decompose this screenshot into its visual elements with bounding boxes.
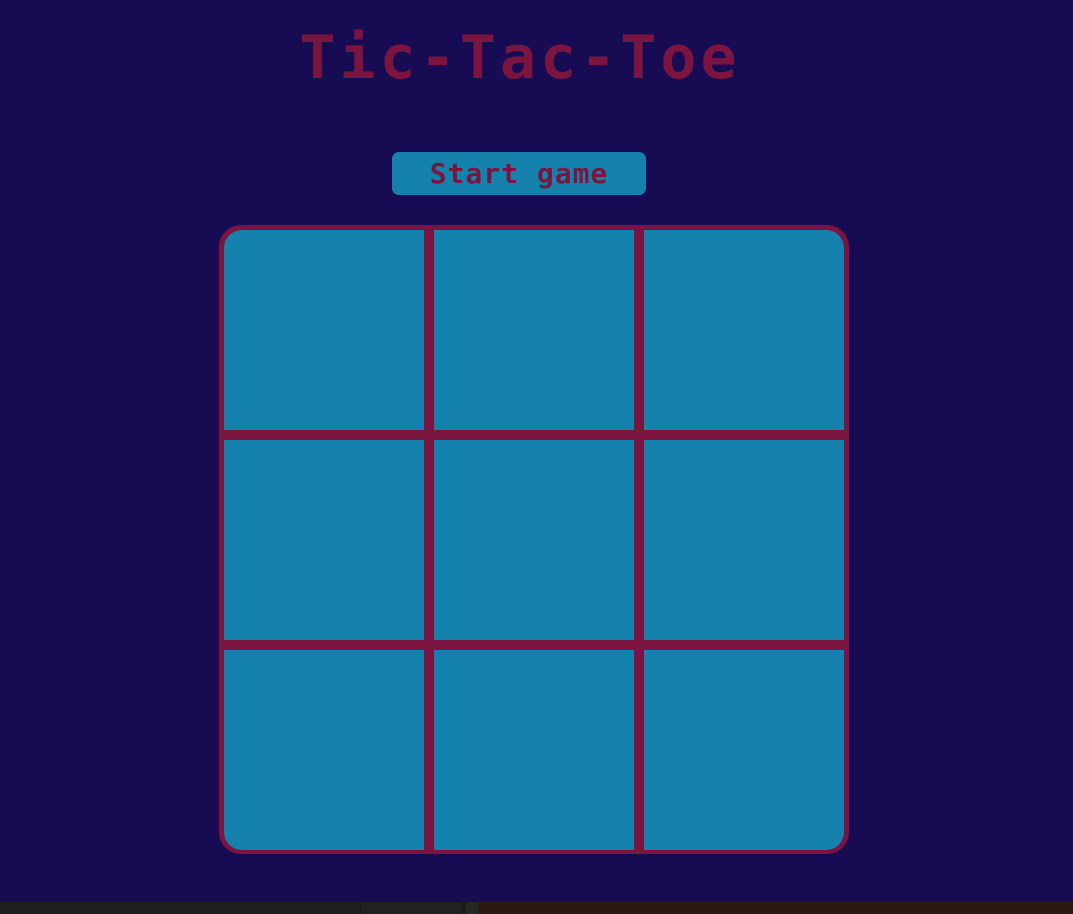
taskbar-segment [0, 902, 360, 914]
game-page: Tic-Tac-Toe Start game [0, 0, 1073, 902]
start-game-button[interactable]: Start game [392, 152, 646, 195]
taskbar-segment [466, 902, 478, 914]
board-cell-6[interactable] [644, 440, 844, 640]
board-cell-9[interactable] [644, 650, 844, 850]
board-cell-7[interactable] [224, 650, 424, 850]
taskbar-segment [479, 902, 1073, 914]
board-cell-3[interactable] [644, 230, 844, 430]
board-cell-1[interactable] [224, 230, 424, 430]
game-board [219, 225, 849, 854]
board-cell-4[interactable] [224, 440, 424, 640]
board-cell-8[interactable] [434, 650, 634, 850]
board-cell-5[interactable] [434, 440, 634, 640]
game-title: Tic-Tac-Toe [299, 23, 741, 93]
taskbar-strip [0, 902, 1073, 914]
board-cell-2[interactable] [434, 230, 634, 430]
taskbar-segment [361, 902, 461, 914]
